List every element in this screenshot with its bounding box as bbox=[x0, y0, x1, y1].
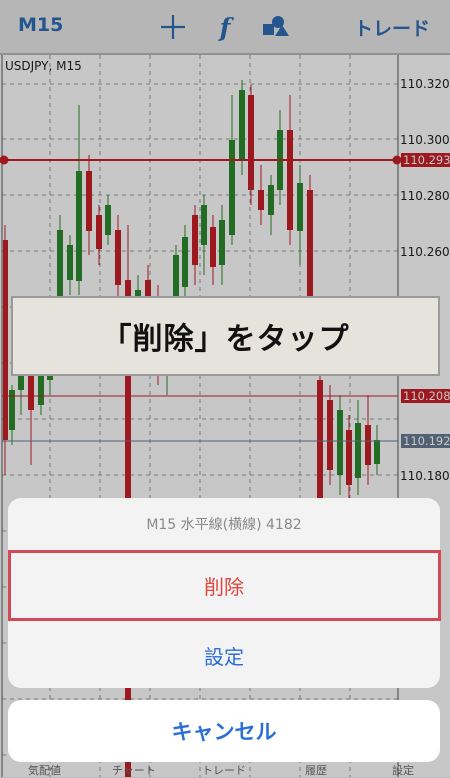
tab-trade[interactable]: トレード bbox=[202, 762, 246, 778]
tab-bar: 気配値 チャート トレード 履歴 設定 bbox=[0, 762, 450, 777]
settings-button[interactable]: 設定 bbox=[8, 621, 440, 688]
tab-quotes[interactable]: 気配値 bbox=[28, 762, 61, 778]
tab-history[interactable]: 履歴 bbox=[305, 762, 327, 778]
tab-chart[interactable]: チャート bbox=[112, 762, 156, 778]
tab-settings[interactable]: 設定 bbox=[392, 762, 414, 778]
instruction-callout: 「削除」をタップ bbox=[11, 296, 440, 376]
cancel-button[interactable]: キャンセル bbox=[8, 700, 440, 762]
action-sheet-title: M15 水平線(横線) 4182 bbox=[146, 517, 302, 533]
delete-highlight-frame bbox=[8, 550, 441, 621]
callout-text: 「削除」をタップ bbox=[101, 322, 350, 357]
